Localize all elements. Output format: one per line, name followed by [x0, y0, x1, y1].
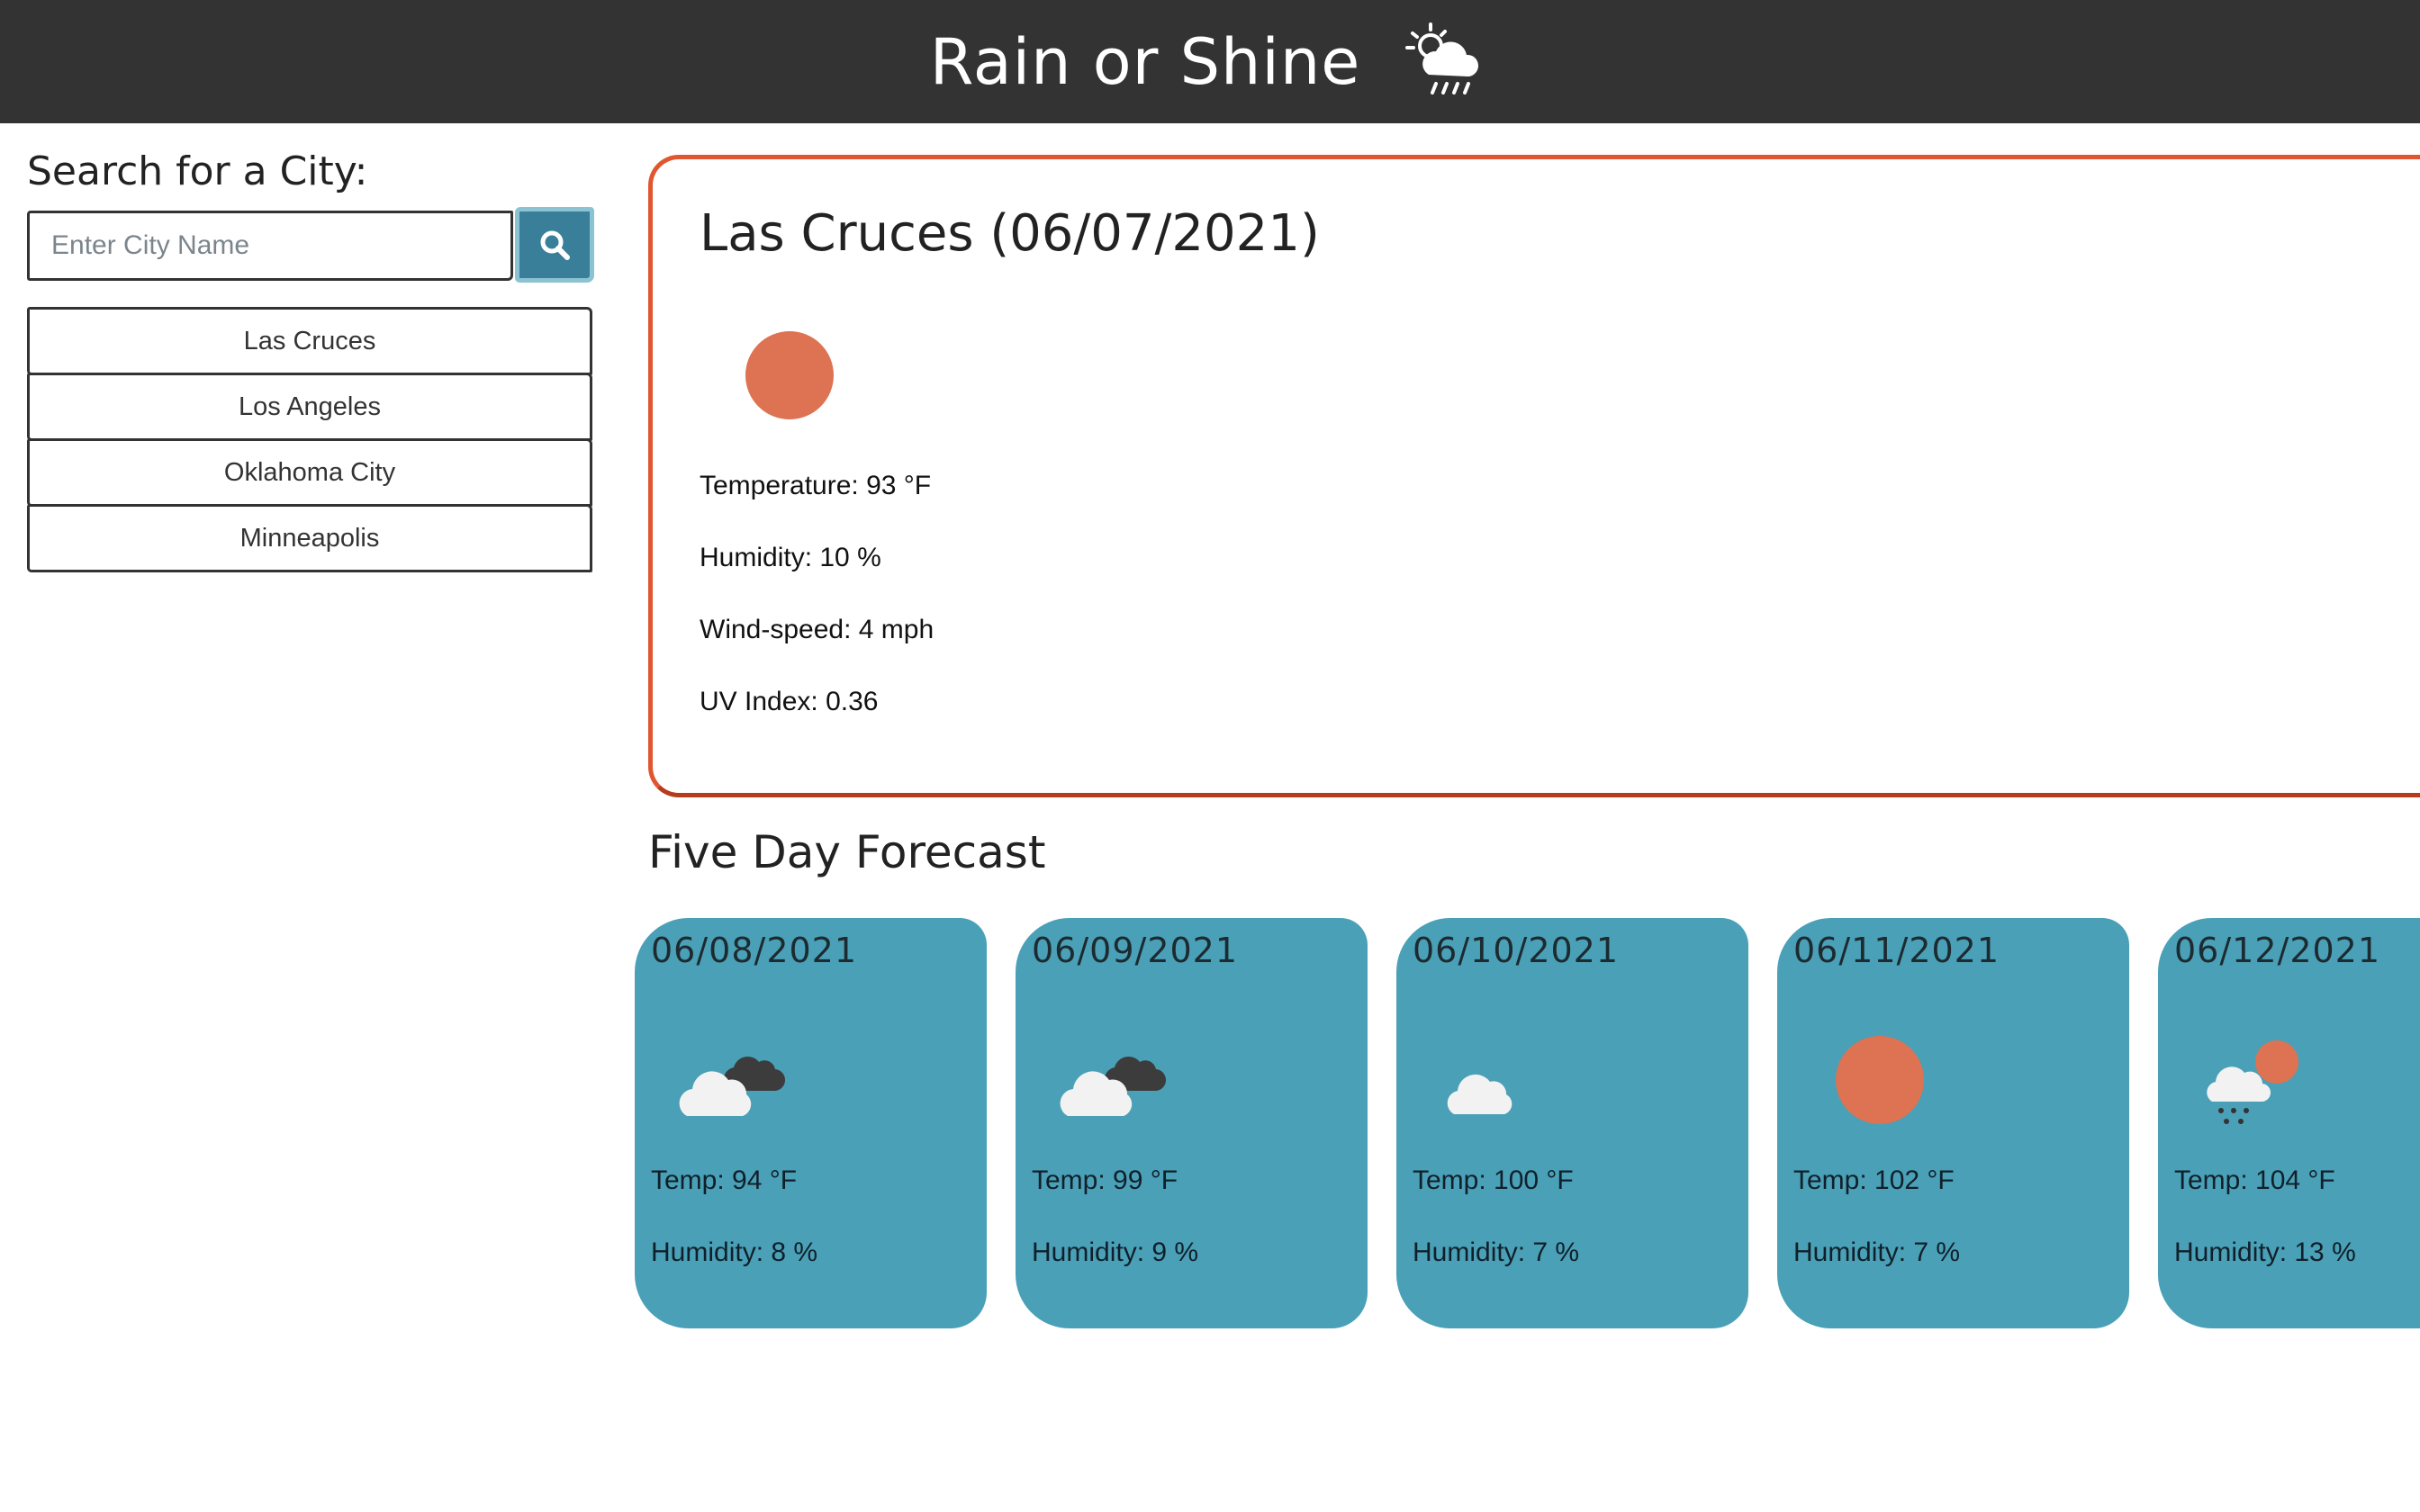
forecast-date: 06/11/2021: [1793, 931, 2000, 970]
sun-cloud-rain-icon: [1405, 22, 1479, 94]
forecast-temp: Temp: 100 °F: [1413, 1166, 1574, 1195]
forecast-temp: Temp: 94 °F: [651, 1166, 798, 1195]
forecast-card: 06/08/2021 Temp: 94 °F Humidity: 8 %: [635, 918, 987, 1328]
history-item-oklahoma-city[interactable]: Oklahoma City: [27, 438, 592, 507]
broken-clouds-icon: [679, 1056, 786, 1116]
forecast-humidity: Humidity: 8 %: [651, 1238, 818, 1267]
current-temperature: Temperature: 93 °F: [700, 471, 932, 500]
forecast-card: 06/09/2021 Temp: 99 °F Humidity: 9 %: [1016, 918, 1368, 1328]
history-item-los-angeles[interactable]: Los Angeles: [27, 373, 592, 441]
forecast-heading: Five Day Forecast: [648, 826, 1046, 878]
forecast-humidity: Humidity: 13 %: [2174, 1238, 2356, 1267]
sun-icon: [745, 331, 834, 419]
forecast-humidity: Humidity: 9 %: [1032, 1238, 1199, 1267]
cloud-icon: [1447, 1074, 1512, 1114]
forecast-row: 06/08/2021 Temp: 94 °F Humidity: 8 % 06/…: [635, 918, 2420, 1328]
app-title: Rain or Shine: [929, 24, 1361, 99]
forecast-date: 06/10/2021: [1413, 931, 1620, 970]
search-icon: [540, 230, 570, 260]
forecast-card: 06/11/2021 Temp: 102 °F Humidity: 7 %: [1777, 918, 2129, 1328]
forecast-card: 06/10/2021 Temp: 100 °F Humidity: 7 %: [1396, 918, 1748, 1328]
current-city-title: Las Cruces (06/07/2021): [700, 204, 1320, 263]
current-wind-speed: Wind-speed: 4 mph: [700, 615, 935, 644]
forecast-temp: Temp: 102 °F: [1793, 1166, 1955, 1195]
current-weather-panel: Las Cruces (06/07/2021) Temperature: 93 …: [648, 155, 2420, 797]
history-item-las-cruces[interactable]: Las Cruces: [27, 307, 592, 375]
history-item-minneapolis[interactable]: Minneapolis: [27, 504, 592, 572]
forecast-date: 06/08/2021: [651, 931, 858, 970]
forecast-humidity: Humidity: 7 %: [1413, 1238, 1580, 1267]
sun-icon: [1836, 1036, 1924, 1124]
forecast-card: 06/12/2021 Temp: 104 °F Humidity: 13 %: [2158, 918, 2420, 1328]
search-label: Search for a City:: [27, 148, 368, 194]
forecast-temp: Temp: 104 °F: [2174, 1166, 2335, 1195]
search-history-list: Las Cruces Los Angeles Oklahoma City Min…: [27, 307, 592, 572]
city-search-input[interactable]: [27, 211, 513, 281]
search-button[interactable]: [515, 207, 594, 283]
forecast-date: 06/09/2021: [1032, 931, 1239, 970]
app-header: Rain or Shine: [0, 0, 2420, 123]
search-row: [27, 207, 603, 283]
sun-rain-cloud-icon: [2207, 1040, 2298, 1124]
search-sidebar: Search for a City: Las Cruces Los Angele…: [27, 148, 603, 572]
forecast-temp: Temp: 99 °F: [1032, 1166, 1178, 1195]
forecast-humidity: Humidity: 7 %: [1793, 1238, 1961, 1267]
current-uv-index: UV Index: 0.36: [700, 687, 879, 716]
broken-clouds-icon: [1060, 1056, 1167, 1116]
current-humidity: Humidity: 10 %: [700, 543, 881, 572]
forecast-date: 06/12/2021: [2174, 931, 2381, 970]
